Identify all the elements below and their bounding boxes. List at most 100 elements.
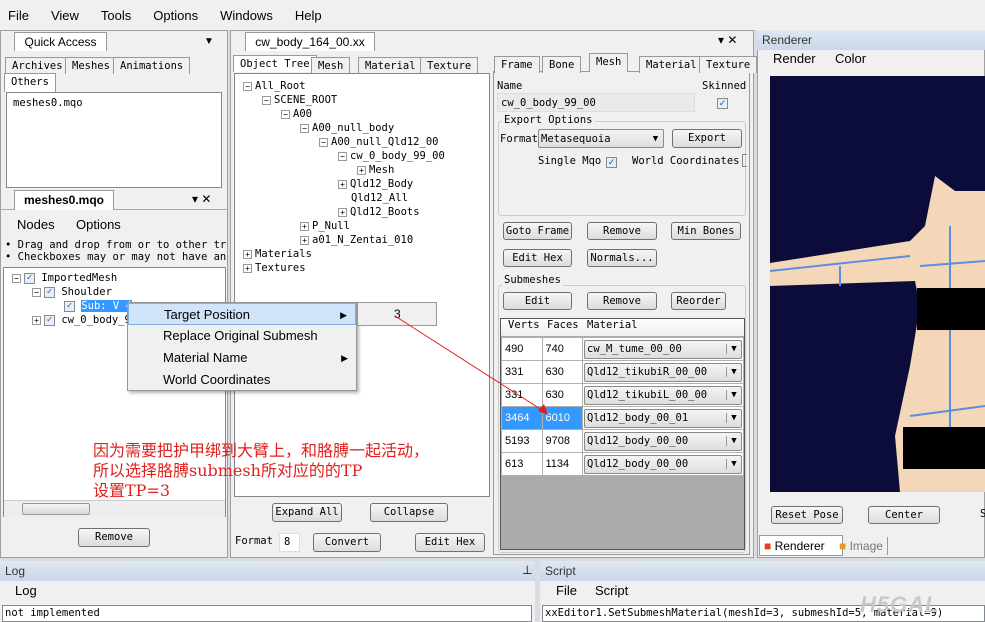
cell-faces[interactable]: 740	[541, 337, 583, 361]
cell-verts[interactable]: 490	[501, 337, 543, 361]
close-icon[interactable]: ▾ ✕	[718, 33, 737, 47]
menu-item-material-name[interactable]: Material Name ▶	[128, 347, 356, 369]
material-select[interactable]: Qld12_body_00_00 ▼	[584, 431, 742, 451]
menu-options[interactable]: Options	[153, 8, 198, 23]
reset-pose-button[interactable]: Reset Pose	[771, 506, 843, 524]
collapse-icon[interactable]: −	[262, 95, 271, 105]
tab-animations[interactable]: Animations	[113, 57, 191, 74]
collapse-icon[interactable]: −	[319, 137, 328, 147]
remove-button[interactable]: Remove	[78, 528, 150, 547]
tree-node[interactable]: + Qld12_Body	[243, 177, 481, 191]
material-select[interactable]: Qld12_tikubiR_00_00 ▼	[584, 362, 742, 382]
tree-node[interactable]: − All_Root	[243, 79, 481, 93]
tree-node[interactable]: − ✓ ImportedMesh	[12, 271, 217, 285]
horizontal-scrollbar[interactable]	[4, 500, 225, 517]
tree-node[interactable]: − A00	[243, 107, 481, 121]
edit-submesh-button[interactable]: Edit	[503, 292, 572, 310]
table-row[interactable]: 331 630 Qld12_tikubiL_00_00 ▼	[501, 383, 744, 407]
remove-submesh-button[interactable]: Remove	[587, 292, 657, 310]
tree-node[interactable]: − A00_null_body	[243, 121, 481, 135]
world-coordinates-checkbox[interactable]	[742, 154, 747, 167]
tree-node[interactable]: Qld12_All	[243, 191, 481, 205]
expand-icon[interactable]: +	[243, 263, 252, 273]
editor-tab[interactable]: cw_body_164_00.xx	[245, 32, 375, 51]
cell-faces[interactable]: 6010	[541, 406, 583, 430]
convert-button[interactable]: Convert	[313, 533, 381, 552]
collapse-icon[interactable]: −	[32, 287, 41, 297]
list-item[interactable]: meshes0.mqo	[13, 97, 215, 109]
cell-verts[interactable]: 3464	[501, 406, 543, 430]
menu-render[interactable]: Render	[773, 51, 816, 66]
expand-all-button[interactable]: Expand All	[272, 503, 342, 522]
menu-item-world-coordinates[interactable]: World Coordinates	[128, 369, 356, 391]
menu-item-replace-original-submesh[interactable]: Replace Original Submesh	[128, 325, 356, 347]
cell-verts[interactable]: 613	[501, 452, 543, 476]
table-row[interactable]: 331 630 Qld12_tikubiR_00_00 ▼	[501, 360, 744, 384]
target-position-submenu[interactable]: 3	[357, 302, 437, 326]
tab-archives[interactable]: Archives	[5, 57, 70, 74]
scroll-thumb[interactable]	[22, 503, 90, 515]
table-row[interactable]: 613 1134 Qld12_body_00_00 ▼	[501, 452, 744, 476]
tab-mesh-selected[interactable]: Mesh	[589, 53, 629, 72]
menu-item-target-position[interactable]: Target Position ▶	[128, 303, 356, 325]
normals-button[interactable]: Normals...	[587, 249, 657, 267]
export-format-select[interactable]: Metasequoia ▼	[538, 129, 664, 148]
tree-node[interactable]: − SCENE_ROOT	[243, 93, 481, 107]
expand-icon[interactable]: +	[338, 179, 347, 189]
log-output[interactable]: not implemented	[2, 605, 532, 622]
expand-icon[interactable]: +	[300, 221, 309, 231]
tab-texture[interactable]: Texture	[420, 57, 479, 74]
collapse-icon[interactable]: −	[243, 81, 252, 91]
tree-node[interactable]: + P_Null	[243, 219, 481, 233]
tab-renderer[interactable]: ■ Renderer	[759, 535, 843, 556]
collapse-icon[interactable]: −	[338, 151, 347, 161]
cell-faces[interactable]: 630	[541, 360, 583, 384]
menu-nodes[interactable]: Nodes	[17, 217, 55, 232]
min-bones-button[interactable]: Min Bones	[671, 222, 741, 240]
edit-hex-mesh-button[interactable]: Edit Hex	[503, 249, 572, 267]
tab-material[interactable]: Material	[358, 57, 423, 74]
tree-node[interactable]: − cw_0_body_99_00	[243, 149, 481, 163]
tab-material-2[interactable]: Material	[639, 56, 704, 73]
tab-others[interactable]: Others	[4, 73, 56, 92]
expand-icon[interactable]: +	[300, 235, 309, 245]
col-verts[interactable]: Verts	[501, 319, 542, 336]
collapse-icon[interactable]: −	[300, 123, 309, 133]
collapse-button[interactable]: Collapse	[370, 503, 448, 522]
menu-tools[interactable]: Tools	[101, 8, 131, 23]
material-select[interactable]: cw_M_tume_00_00 ▼	[584, 339, 742, 359]
pin-icon[interactable]: ⊥	[522, 563, 532, 577]
center-button[interactable]: Center	[868, 506, 940, 524]
goto-frame-button[interactable]: Goto Frame	[503, 222, 572, 240]
tree-node[interactable]: − ✓ Shoulder	[12, 285, 217, 299]
menu-view[interactable]: View	[51, 8, 79, 23]
material-select[interactable]: Qld12_body_00_00 ▼	[584, 454, 742, 474]
tab-object-tree[interactable]: Object Tree	[233, 55, 317, 72]
name-input[interactable]: cw_0_body_99_00	[497, 93, 695, 112]
dropdown-icon[interactable]: ▼	[204, 36, 214, 47]
tree-node[interactable]: + Materials	[243, 247, 481, 261]
cell-faces[interactable]: 9708	[541, 429, 583, 453]
format-input[interactable]: 8	[279, 533, 300, 552]
edit-hex-button[interactable]: Edit Hex	[415, 533, 485, 552]
table-row[interactable]: 490 740 cw_M_tume_00_00 ▼	[501, 337, 744, 361]
tab-frame[interactable]: Frame	[494, 56, 540, 73]
reorder-button[interactable]: Reorder	[671, 292, 726, 310]
tab-bone[interactable]: Bone	[542, 56, 582, 73]
tab-mesh[interactable]: Mesh	[311, 57, 351, 74]
menu-windows[interactable]: Windows	[220, 8, 273, 23]
collapse-icon[interactable]: −	[281, 109, 290, 119]
cell-verts[interactable]: 5193	[501, 429, 543, 453]
skinned-checkbox[interactable]: ✓	[717, 98, 728, 110]
menu-file[interactable]: File	[8, 8, 29, 23]
table-row[interactable]: 5193 9708 Qld12_body_00_00 ▼	[501, 429, 744, 453]
checkbox[interactable]: ✓	[24, 272, 35, 284]
checkbox[interactable]: ✓	[64, 300, 75, 312]
col-material[interactable]: Material	[583, 319, 638, 336]
tab-image[interactable]: ■ Image	[835, 537, 888, 555]
log-menu[interactable]: Log	[15, 583, 37, 598]
material-select[interactable]: Qld12_tikubiL_00_00 ▼	[584, 385, 742, 405]
render-viewport[interactable]	[770, 76, 985, 492]
tab-meshes[interactable]: Meshes	[65, 57, 117, 74]
submenu-value[interactable]: 3	[394, 307, 401, 321]
